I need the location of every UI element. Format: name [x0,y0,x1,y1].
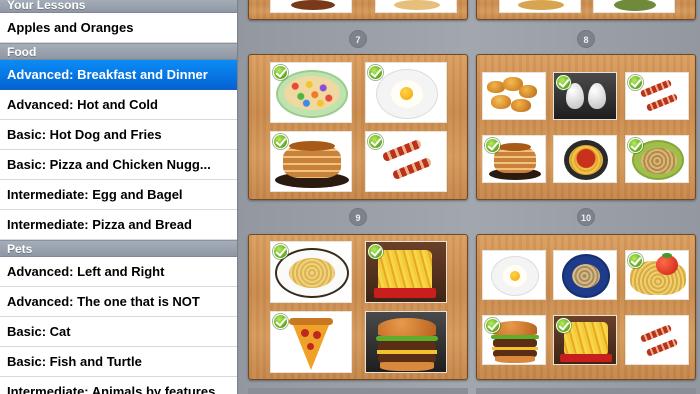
food-tile-bacon [365,131,447,192]
food-tile-bacon [625,315,689,365]
checkmark-icon [273,314,288,329]
food-tile-french-fries [553,315,617,365]
food-tile [270,0,352,13]
checkmark-icon [273,134,288,149]
scroll-edge [248,388,468,394]
lesson-card-grid: 7 8 9 10 [239,0,700,394]
bacon-icon [639,324,673,343]
food-tile-bacon [625,72,689,120]
lesson-item-advanced-hot-and-cold[interactable]: Advanced: Hot and Cold [0,90,237,120]
lesson-card-partial-right[interactable] [476,0,696,20]
lesson-item-basic-hot-dog-and-fries[interactable]: Basic: Hot Dog and Fries [0,120,237,150]
food-tile-spaghetti-plate [270,241,352,303]
food-tile-pizza-slice [270,311,352,373]
section-header-pets: Pets [0,240,237,257]
food-tile-fried-egg [365,62,447,123]
fried-egg-icon [491,256,539,296]
checkmark-icon [368,134,383,149]
section-header-food: Food [0,43,237,60]
food-tile [593,0,675,13]
food-tile-pancakes [482,135,546,183]
lesson-card-8[interactable] [476,54,696,200]
food-tile-fried-egg [482,250,546,300]
checkmark-icon [628,138,643,153]
lesson-item-basic-pizza-and-chicken-nuggets[interactable]: Basic: Pizza and Chicken Nugg... [0,150,237,180]
checkmark-icon [273,244,288,259]
lesson-item-intermediate-pizza-and-bread[interactable]: Intermediate: Pizza and Bread [0,210,237,240]
food-tile-cereal [270,62,352,123]
cereal-bowl-icon [276,70,348,118]
lesson-item-advanced-breakfast-and-dinner[interactable]: Advanced: Breakfast and Dinner [0,60,237,90]
food-tile-hamburger [365,311,447,373]
food-tile-chicken-nuggets [482,72,546,120]
food-tile-noodles [625,135,689,183]
checkmark-icon [556,318,571,333]
bacon-icon [381,138,423,163]
section-header-your-lessons: Your Lessons [0,0,237,13]
hamburger-icon [378,318,436,336]
checkmark-icon [485,318,500,333]
fried-egg-icon [376,69,438,119]
food-tile-eggs [553,72,617,120]
checkmark-icon [368,244,383,259]
lesson-item-apples-and-oranges[interactable]: Apples and Oranges [0,13,237,43]
page-number-10: 10 [577,208,595,226]
food-tile [375,0,457,13]
checkmark-icon [273,65,288,80]
checkmark-icon [628,75,643,90]
food-tile-french-fries [365,241,447,303]
page-number-7: 7 [349,30,367,48]
lesson-item-advanced-the-one-that-is-not[interactable]: Advanced: The one that is NOT [0,287,237,317]
checkmark-icon [556,75,571,90]
lesson-card-9[interactable] [248,234,468,380]
noodles-bowl-icon [562,254,610,298]
checkmark-icon [485,138,500,153]
spaghetti-sauce-icon [564,140,608,180]
food-tile-hamburger [482,315,546,365]
scroll-edge [476,388,696,394]
lesson-card-partial-left[interactable] [248,0,468,20]
checkmark-icon [628,253,643,268]
food-tile-noodles [553,250,617,300]
page-number-8: 8 [577,30,595,48]
lesson-sidebar: Your Lessons Apples and Oranges Food Adv… [0,0,238,394]
lesson-item-basic-fish-and-turtle[interactable]: Basic: Fish and Turtle [0,347,237,377]
food-tile [499,0,581,13]
lesson-item-intermediate-egg-and-bagel[interactable]: Intermediate: Egg and Bagel [0,180,237,210]
food-tile-spaghetti-tomato [625,250,689,300]
bacon-icon [639,79,673,98]
lesson-item-intermediate-animals-by-features[interactable]: Intermediate: Animals by features [0,377,237,394]
lesson-item-advanced-left-and-right[interactable]: Advanced: Left and Right [0,257,237,287]
lesson-card-7[interactable] [248,54,468,200]
checkmark-icon [368,65,383,80]
lesson-card-10[interactable] [476,234,696,380]
page-number-9: 9 [349,208,367,226]
lesson-item-basic-cat[interactable]: Basic: Cat [0,317,237,347]
food-tile-pancakes [270,131,352,192]
food-tile-spaghetti-sauce [553,135,617,183]
